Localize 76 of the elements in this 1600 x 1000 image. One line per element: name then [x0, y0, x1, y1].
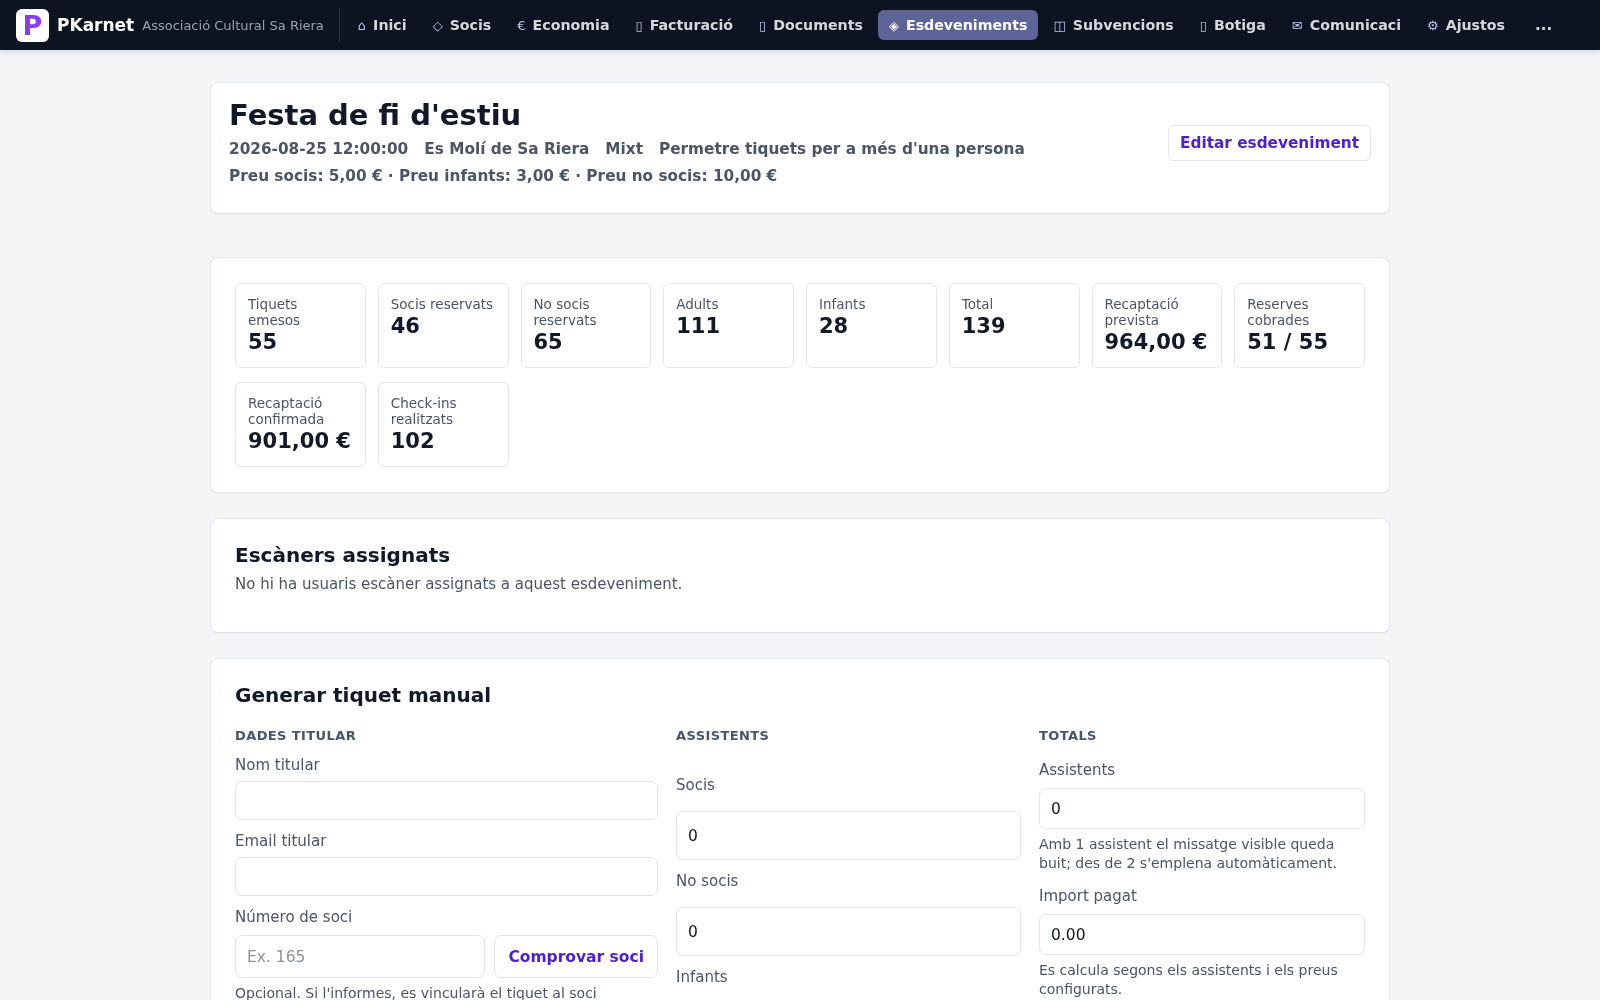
input-field[interactable]	[235, 781, 658, 820]
gear-icon: ⚙	[1427, 18, 1439, 32]
help-text: Opcional. Si l'informes, es vincularà el tiquet al soci	[235, 984, 598, 1000]
app-name: PKarnet	[57, 15, 135, 35]
field-label: Nom titular	[235, 755, 320, 775]
field-label: Assistents	[1039, 760, 1116, 780]
nav-tab[interactable]: ◈ Esdeveniments	[877, 10, 1039, 40]
stat-label: Infants	[819, 296, 866, 312]
stat-label: Recaptació prevista	[1104, 296, 1180, 328]
empty-message: No hi ha usuaris escàner assignats a aquest esdeveniment.	[235, 574, 684, 594]
event-detail: Permetre tiquets per a més d'una persona	[658, 139, 1025, 160]
stat-value: 139	[961, 313, 1006, 340]
stat-value: 111	[676, 313, 721, 340]
stat-label: Adults	[676, 296, 719, 312]
column-heading: ASSISTENTS	[676, 727, 771, 745]
input-field[interactable]: 0	[676, 907, 1021, 956]
nav-tab[interactable]: ▯ Documents	[748, 10, 874, 40]
input-field[interactable]	[235, 857, 658, 896]
input-field[interactable]: 0	[676, 811, 1021, 860]
stat-value: 28	[819, 313, 849, 340]
section-title: Generar tiquet manual	[235, 683, 493, 707]
nav-tab[interactable]: ▯ Facturació	[624, 10, 744, 40]
event-prices: Preu socis: 5,00 € · Preu infants: 3,00 € · Preu no socis: 10,00 €	[229, 166, 779, 187]
stat-value: 102	[390, 428, 435, 455]
stat-value: 901,00 €	[248, 428, 351, 455]
check-member-button[interactable]: Comprovar soci	[494, 935, 658, 978]
nav-tab[interactable]: ◫ Subvencions	[1042, 10, 1185, 40]
stat-label: Tiquets emesos	[248, 296, 302, 328]
event-detail: Mixt	[605, 139, 643, 160]
input-field[interactable]: 0.00	[1039, 914, 1365, 955]
stat-label: No socis reservats	[533, 296, 598, 328]
field-label: Import pagat	[1039, 886, 1137, 906]
nav-tab[interactable]: ✉ Comunicaci	[1280, 10, 1412, 40]
member-number-field[interactable]: Ex. 165	[235, 935, 486, 978]
column-heading: DADES TITULAR	[235, 727, 358, 745]
event-title: Festa de fi d'estiu	[229, 98, 523, 132]
field-label: Infants	[676, 967, 728, 987]
nav-tab[interactable]: ⚙ Ajustos	[1416, 10, 1517, 40]
stat-value: 964,00 €	[1104, 329, 1208, 356]
help-text: Amb 1 assistent el missatge visible queda buit; des de 2 s'emplena automàticament.	[1039, 835, 1338, 873]
input-field[interactable]: 0	[1039, 788, 1365, 829]
edit-event-button[interactable]: Editar esdeveniment	[1168, 124, 1371, 161]
organization-name: Associació Cultural Sa Riera	[142, 17, 324, 33]
stat-value: 46	[390, 313, 420, 340]
nav-tab[interactable]: ▯ Botiga	[1188, 10, 1277, 40]
diamond-icon: ◇	[432, 18, 443, 32]
help-text: Es calcula segons els assistents i els preus configurats.	[1039, 961, 1339, 999]
stat-label: Total	[961, 296, 994, 312]
stat-label: Reserves cobrades	[1247, 296, 1311, 328]
nav-tab[interactable]: ◇ Socis	[421, 10, 503, 40]
nav-tab[interactable]: ⌂ Inici	[346, 10, 418, 40]
stat-label: Recaptació confirmada	[248, 395, 326, 427]
rectangle-icon: ▯	[635, 18, 643, 32]
rectangle-icon: ▯	[1199, 18, 1207, 32]
euro-icon: €	[517, 18, 526, 32]
field-label: Socis	[676, 775, 715, 795]
stat-label: Socis reservats	[390, 296, 494, 312]
app-logo: P	[16, 8, 49, 42]
column-heading: TOTALS	[1039, 727, 1098, 745]
field-label: Email titular	[235, 831, 327, 851]
stat-value: 51 / 55	[1247, 329, 1328, 356]
rectangle-icon: ▯	[759, 18, 767, 32]
split-square-icon: ◫	[1053, 18, 1066, 32]
field-label: Número de soci	[235, 907, 353, 927]
nav-tab[interactable]: € Economia	[506, 10, 621, 40]
stat-value: 65	[533, 329, 563, 356]
house-icon: ⌂	[357, 18, 367, 32]
stat-value: 55	[248, 329, 278, 356]
more-button[interactable]: ...	[1524, 16, 1564, 34]
event-detail: Es Molí de Sa Riera	[424, 139, 590, 160]
envelope-icon: ✉	[1291, 18, 1303, 32]
field-label: No socis	[676, 871, 739, 891]
section-title: Escàners assignats	[235, 543, 452, 567]
event-detail: 2026-08-25 12:00:00	[229, 139, 409, 160]
diamond-icon: ◈	[888, 18, 899, 32]
stat-label: Check-ins realitzats	[390, 395, 458, 427]
